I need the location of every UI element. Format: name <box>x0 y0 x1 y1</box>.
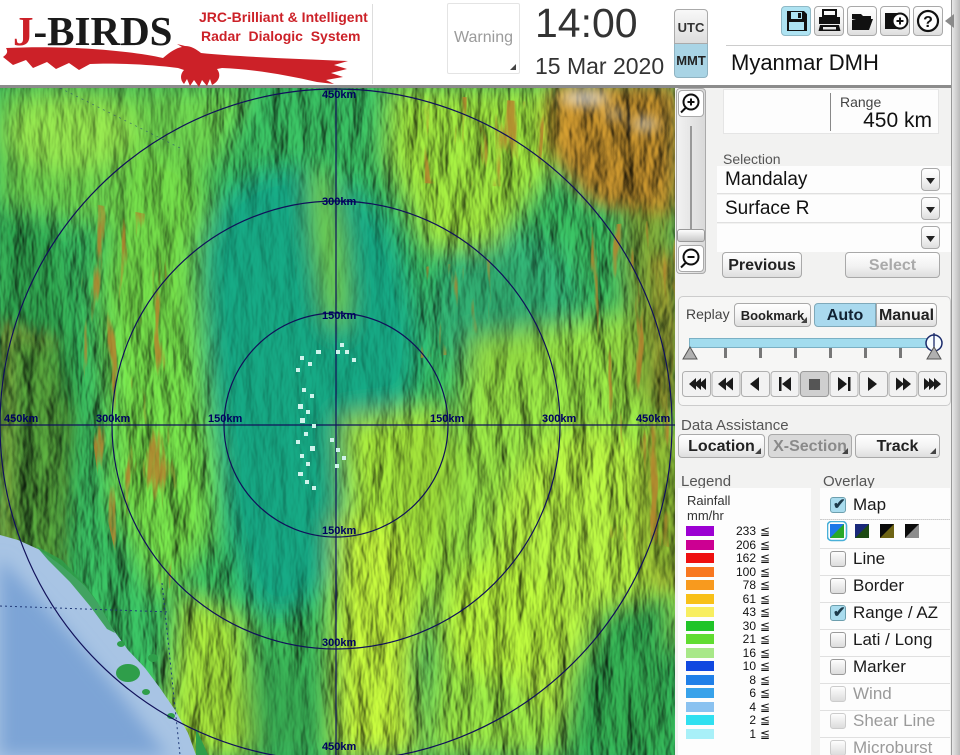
svg-text:10: 10 <box>743 659 757 673</box>
svg-text:2: 2 <box>749 713 756 727</box>
svg-text:450km: 450km <box>4 413 38 425</box>
svg-text:450km: 450km <box>636 413 670 425</box>
svg-text:≦: ≦ <box>760 713 770 727</box>
svg-text:300km: 300km <box>322 637 356 649</box>
svg-text:≦: ≦ <box>760 673 770 687</box>
svg-text:300km: 300km <box>322 196 356 208</box>
svg-text:300km: 300km <box>96 413 130 425</box>
svg-text:450km: 450km <box>322 741 356 753</box>
svg-text:?: ? <box>923 14 933 31</box>
svg-text:6: 6 <box>749 686 756 700</box>
svg-text:≦: ≦ <box>760 538 770 552</box>
svg-text:450km: 450km <box>322 89 356 101</box>
svg-text:21: 21 <box>743 632 757 646</box>
svg-text:233: 233 <box>736 524 756 538</box>
svg-text:≦: ≦ <box>760 727 770 741</box>
svg-text:≦: ≦ <box>760 646 770 660</box>
svg-text:150km: 150km <box>208 413 242 425</box>
svg-text:≦: ≦ <box>760 578 770 592</box>
svg-text:8: 8 <box>749 673 756 687</box>
svg-text:162: 162 <box>736 551 756 565</box>
svg-text:≦: ≦ <box>760 686 770 700</box>
svg-text:30: 30 <box>743 619 757 633</box>
svg-text:≦: ≦ <box>760 592 770 606</box>
svg-text:4: 4 <box>749 700 756 714</box>
svg-text:≦: ≦ <box>760 659 770 673</box>
svg-text:1: 1 <box>749 727 756 741</box>
svg-text:78: 78 <box>743 578 757 592</box>
svg-text:≦: ≦ <box>760 700 770 714</box>
svg-text:300km: 300km <box>542 413 576 425</box>
svg-text:≦: ≦ <box>760 632 770 646</box>
svg-text:≦: ≦ <box>760 551 770 565</box>
svg-text:43: 43 <box>743 605 757 619</box>
svg-text:150km: 150km <box>322 525 356 537</box>
svg-text:≦: ≦ <box>760 605 770 619</box>
svg-text:16: 16 <box>743 646 757 660</box>
svg-text:≦: ≦ <box>760 619 770 633</box>
svg-text:150km: 150km <box>430 413 464 425</box>
svg-text:100: 100 <box>736 565 756 579</box>
svg-text:61: 61 <box>743 592 757 606</box>
svg-text:150km: 150km <box>322 310 356 322</box>
svg-text:≦: ≦ <box>760 565 770 579</box>
svg-text:206: 206 <box>736 538 756 552</box>
svg-text:≦: ≦ <box>760 524 770 538</box>
